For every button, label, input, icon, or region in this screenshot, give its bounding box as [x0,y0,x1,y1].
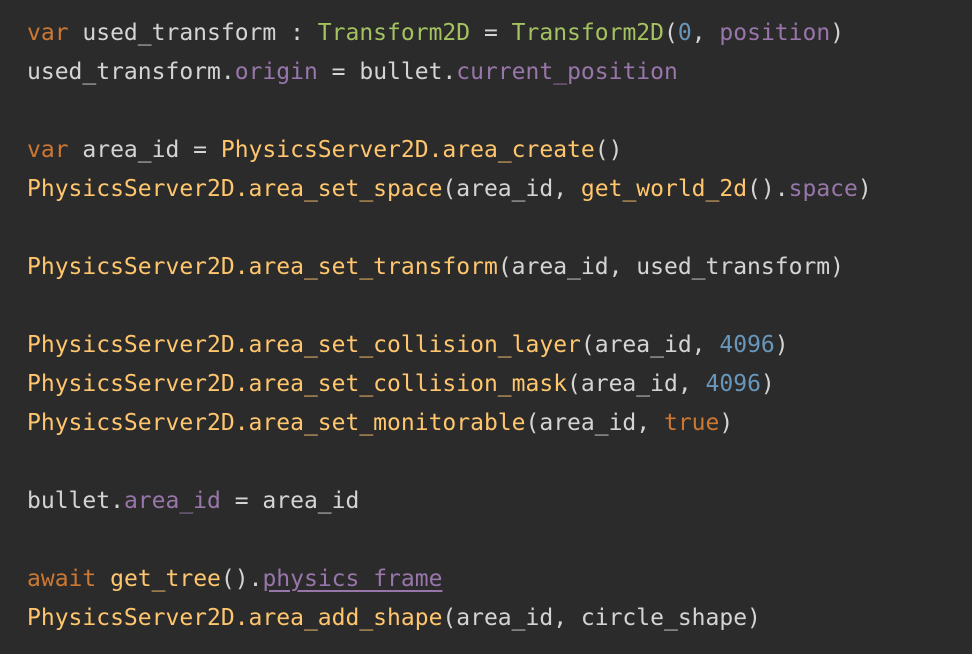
code-token-plain: = bullet. [317,59,457,85]
code-token-keyword: await [27,566,97,592]
blank-line[interactable] [27,209,972,248]
code-token-member: position [719,20,831,46]
code-line[interactable]: await get_tree().physics_frame [27,560,972,599]
code-token-plain: ) [857,176,872,202]
code-token-member: origin [234,59,318,85]
code-token-plain: (area_id, circle_shape) [442,605,761,631]
code-editor[interactable]: var used_transform : Transform2D = Trans… [0,0,972,654]
code-token-type: Transform2D [317,20,471,46]
code-token-plain: (area_id, [442,176,581,202]
code-token-func: PhysicsServer2D.area_set_monitorable [27,410,526,436]
code-token-func: get_world_2d [580,176,748,202]
code-token-func: PhysicsServer2D.area_create [220,137,595,163]
code-token-plain: ) [719,410,734,436]
code-token-plain: ) [830,20,845,46]
code-token-number: 0 [677,20,692,46]
code-line[interactable]: used_transform.origin = bullet.current_p… [27,53,972,92]
code-token-plain: area_id = [68,137,221,163]
code-token-plain: used_transform. [27,59,235,85]
code-token-type: Transform2D [511,20,664,46]
code-token-plain: used_transform : [68,20,318,46]
code-line[interactable]: PhysicsServer2D.area_add_shape(area_id, … [27,599,972,638]
code-token-plain: ) [774,332,789,358]
code-token-func: PhysicsServer2D.area_set_transform [27,254,498,280]
code-token-plain: = [470,20,512,46]
code-line[interactable]: var area_id = PhysicsServer2D.area_creat… [27,131,972,170]
code-token-member: physics_frame [262,566,443,592]
code-token-keyword: var [27,20,69,46]
code-token-func: get_tree [110,566,221,592]
code-token-plain: (area_id, [567,371,706,397]
code-line[interactable]: PhysicsServer2D.area_set_monitorable(are… [27,404,972,443]
code-token-number: 4096 [719,332,775,358]
code-token-plain: (). [220,566,263,592]
code-token-keyword: var [27,137,69,163]
blank-line[interactable] [27,443,972,482]
code-token-plain: () [594,137,623,163]
code-token-number: 4096 [705,371,761,397]
code-token-func: PhysicsServer2D.area_set_collision_mask [27,371,568,397]
code-token-plain: (area_id, used_transform) [497,254,844,280]
code-token-plain: bullet. [27,488,124,514]
code-token-member: area_id [123,488,221,514]
blank-line[interactable] [27,92,972,131]
code-line[interactable]: PhysicsServer2D.area_set_transform(area_… [27,248,972,287]
code-line[interactable]: PhysicsServer2D.area_set_space(area_id, … [27,170,972,209]
code-token-member: space [788,176,858,202]
blank-line[interactable] [27,521,972,560]
code-token-plain: ) [760,371,775,397]
code-token-func: PhysicsServer2D.area_add_shape [27,605,443,631]
code-line[interactable]: var used_transform : Transform2D = Trans… [27,14,972,53]
code-token-plain: (). [747,176,789,202]
code-token-plain: (area_id, [580,332,720,358]
code-line[interactable]: PhysicsServer2D.area_set_collision_layer… [27,326,972,365]
code-token-func: PhysicsServer2D.area_set_collision_layer [27,332,581,358]
code-token-plain: = area_id [220,488,360,514]
code-token-plain: , [691,20,720,46]
code-line[interactable]: PhysicsServer2D.area_set_collision_mask(… [27,365,972,404]
code-token-func: PhysicsServer2D.area_set_space [27,176,443,202]
code-token-member: current_position [456,59,678,85]
code-token-plain: (area_id, [525,410,664,436]
blank-line[interactable] [27,287,972,326]
code-token-plain: ( [664,20,678,46]
code-line[interactable]: bullet.area_id = area_id [27,482,972,521]
code-token-keyword: true [663,410,720,436]
